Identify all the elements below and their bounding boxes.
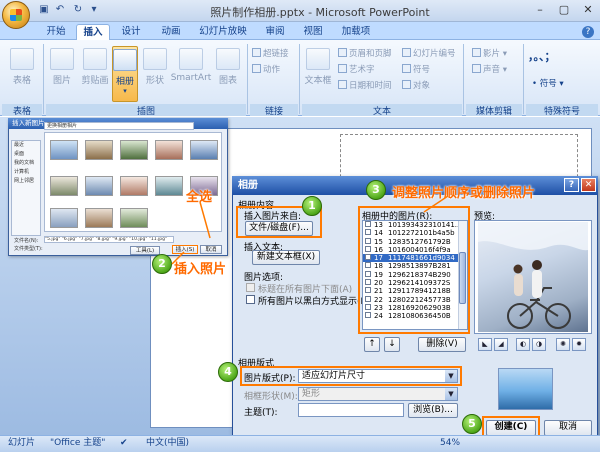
office-button[interactable] (2, 1, 30, 29)
arrow-reorder (423, 195, 449, 213)
arrow-select-all (199, 201, 211, 239)
status-theme: "Office 主题" (50, 438, 106, 448)
status-slide: 幻灯片 (8, 438, 36, 448)
arrow-insert (171, 251, 185, 265)
status-language[interactable]: 中文(中国) (146, 436, 189, 451)
status-zoom[interactable]: 54% (440, 436, 460, 451)
office-logo-icon (10, 9, 22, 21)
spellcheck-icon[interactable]: ✔ (120, 436, 128, 451)
annotation-arrows (171, 195, 449, 265)
